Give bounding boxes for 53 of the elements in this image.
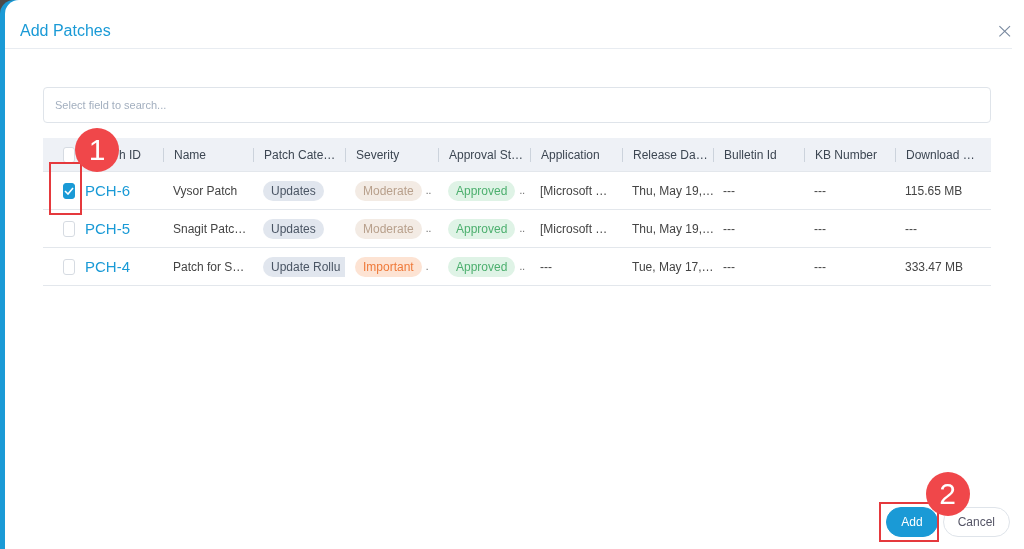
callout-badge: 2 [925, 472, 970, 516]
table-cell: Vysor Patch [173, 183, 238, 198]
table-cell: Thu, May 19,… [632, 221, 713, 236]
column-header[interactable]: Release Da… [633, 147, 708, 162]
table-cell: --- [540, 259, 552, 274]
column-header[interactable]: Patch Cate… [264, 147, 336, 162]
table-cell: --- [814, 259, 826, 274]
column-header[interactable]: Approval St… [449, 147, 524, 162]
severity-tag: Moderate [355, 218, 422, 239]
highlight-frame [49, 161, 82, 215]
category-tag: Updates [263, 180, 324, 201]
overflow-dots: .. [425, 185, 432, 196]
close-button[interactable]: × [995, 21, 1014, 41]
dialog-title: Add Patches [20, 22, 111, 40]
approval-tag: Approved [448, 218, 516, 239]
table-cell: [Microsoft … [540, 221, 608, 236]
column-header[interactable]: Name [174, 147, 206, 162]
table-cell: --- [814, 183, 826, 198]
column-header[interactable]: Download … [906, 147, 975, 162]
category-tag: Updates [263, 218, 324, 239]
overflow-dots: . [425, 261, 429, 272]
table-cell: --- [723, 259, 735, 274]
table-cell: Thu, May 19,… [632, 183, 713, 198]
table-cell: Tue, May 17,… [632, 259, 713, 274]
table-cell: Snagit Patc… [173, 221, 247, 236]
search-field[interactable]: Select field to search... [43, 87, 991, 123]
table-cell: Patch for S… [173, 259, 245, 274]
overflow-dots: .. [519, 185, 525, 196]
select-all-checkbox[interactable] [63, 146, 75, 163]
overflow-dots: .. [425, 223, 432, 234]
table-cell: --- [814, 221, 826, 236]
approval-tag: Approved [448, 180, 516, 201]
check-icon [64, 186, 74, 195]
overflow-dots: .. [519, 261, 525, 272]
table-cell: 333.47 MB [905, 259, 964, 274]
overflow-dots: .. [519, 223, 525, 234]
cancel-button[interactable]: Cancel [942, 507, 1010, 537]
column-header[interactable]: Severity [356, 147, 400, 162]
table-cell: --- [723, 183, 735, 198]
row-checkbox[interactable] [63, 182, 75, 199]
approval-tag: Approved [448, 256, 516, 277]
severity-tag: Moderate [355, 180, 422, 201]
column-header[interactable]: h ID [119, 147, 141, 162]
table-cell: 115.65 MB [905, 183, 963, 198]
column-header[interactable]: Application [541, 147, 600, 162]
column-header[interactable]: Bulletin Id [724, 147, 777, 162]
category-tag: Update Rollu [263, 256, 345, 277]
table-cell: --- [723, 221, 735, 236]
table-cell: --- [905, 221, 917, 236]
column-header[interactable]: KB Number [815, 147, 878, 162]
table-cell: [Microsoft … [540, 183, 608, 198]
severity-tag: Important [355, 256, 422, 277]
callout-badge: 1 [75, 127, 119, 172]
